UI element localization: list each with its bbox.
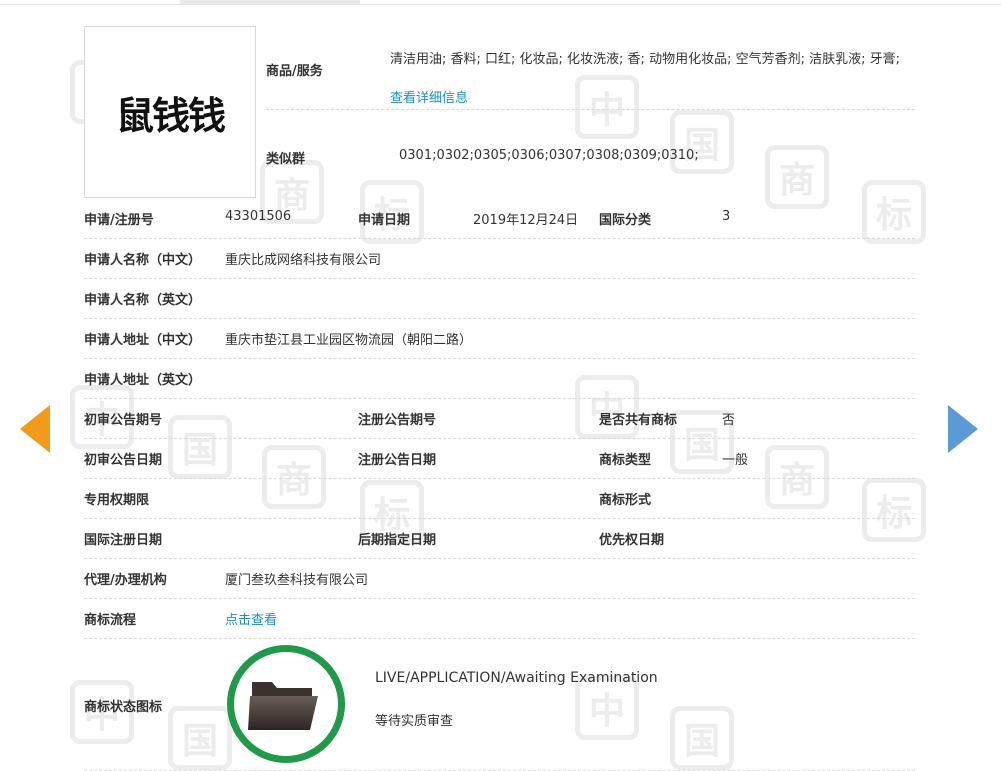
info-row: 代理/办理机构 厦门叁玖叁科技有限公司 — [84, 558, 915, 599]
tm-type-label: 商标类型 — [599, 453, 652, 468]
info-row: 专用权期限 商标形式 — [84, 478, 915, 519]
goods-services-label: 商品/服务 — [266, 64, 323, 79]
agent-value: 厦门叁玖叁科技有限公司 — [225, 573, 369, 588]
status-section: 商标状态图标 LIVE/APPLICATION/Awaiting Examina… — [84, 640, 915, 771]
priority-date-label: 优先权日期 — [599, 533, 665, 548]
address-cn-label: 申请人地址（中文） — [84, 333, 202, 348]
tm-flow-link[interactable]: 点击查看 — [225, 609, 277, 628]
address-cn-value: 重庆市垫江县工业园区物流园（朝阳二路） — [225, 333, 473, 348]
tm-form-label: 商标形式 — [599, 493, 652, 508]
info-row: 商标流程 点击查看 — [84, 598, 915, 639]
next-arrow-icon[interactable] — [948, 405, 978, 453]
status-text-cn: 等待实质审查 — [375, 714, 454, 729]
applicant-cn-label: 申请人名称（中文） — [84, 253, 202, 268]
view-details-link[interactable]: 查看详细信息 — [390, 91, 468, 106]
reg-no-label: 申请/注册号 — [84, 213, 154, 228]
trademark-logo-mark: 鼠钱钱 — [115, 93, 226, 138]
reg-pub-date-label: 注册公告日期 — [358, 453, 437, 468]
shared-tm-value: 否 — [722, 413, 736, 428]
trademark-image: 鼠钱钱 — [84, 26, 256, 198]
info-row: 申请/注册号 43301506 申请日期 2019年12月24日 国际分类 3 — [84, 198, 915, 239]
info-row: 申请人地址（中文） 重庆市垫江县工业园区物流园（朝阳二路） — [84, 318, 915, 359]
applicant-cn-value: 重庆比成网络科技有限公司 — [225, 253, 382, 268]
intl-class-value: 3 — [722, 209, 731, 224]
tm-type-value: 一般 — [722, 453, 749, 468]
reg-pub-no-label: 注册公告期号 — [358, 413, 437, 428]
later-date-label: 后期指定日期 — [358, 533, 437, 548]
intl-reg-date-label: 国际注册日期 — [84, 533, 163, 548]
intl-class-label: 国际分类 — [599, 213, 652, 228]
address-en-label: 申请人地址（英文） — [84, 373, 202, 388]
exclusive-term-label: 专用权期限 — [84, 493, 150, 508]
app-date-label: 申请日期 — [358, 213, 411, 228]
folder-icon — [248, 682, 318, 730]
watermark-tile: 国 — [670, 110, 734, 174]
goods-services-value: 清洁用油; 香料; 口红; 化妆品; 化妆洗液; 香; 动物用化妆品; 空气芳香… — [390, 40, 915, 118]
info-row: 申请人地址（英文） — [84, 358, 915, 399]
info-row: 初审公告期号 注册公告期号 是否共有商标 否 — [84, 398, 915, 439]
tm-flow-label: 商标流程 — [84, 613, 137, 628]
similar-group-value: 0301;0302;0305;0306;0307;0308;0309;0310; — [399, 148, 699, 163]
status-icon-label: 商标状态图标 — [84, 700, 163, 715]
previous-arrow-icon[interactable] — [20, 405, 50, 453]
shared-tm-label: 是否共有商标 — [599, 413, 678, 428]
similar-group-label: 类似群 — [266, 152, 306, 167]
status-ring — [227, 645, 345, 763]
agent-label: 代理/办理机构 — [84, 573, 167, 588]
prelim-pub-no-label: 初审公告期号 — [84, 413, 163, 428]
applicant-en-label: 申请人名称（英文） — [84, 293, 202, 308]
app-date-value: 2019年12月24日 — [473, 213, 579, 228]
top-divider — [0, 4, 1001, 5]
info-row: 申请人名称（中文） 重庆比成网络科技有限公司 — [84, 238, 915, 279]
info-row: 国际注册日期 后期指定日期 优先权日期 — [84, 518, 915, 559]
info-row: 初审公告日期 注册公告日期 商标类型 一般 — [84, 438, 915, 479]
info-row: 申请人名称（英文） — [84, 278, 915, 319]
prelim-pub-date-label: 初审公告日期 — [84, 453, 163, 468]
goods-services-text: 清洁用油; 香料; 口红; 化妆品; 化妆洗液; 香; 动物用化妆品; 空气芳香… — [390, 52, 900, 67]
status-text-en: LIVE/APPLICATION/Awaiting Examination — [375, 670, 658, 686]
divider — [266, 109, 915, 110]
reg-no-value: 43301506 — [225, 209, 292, 224]
